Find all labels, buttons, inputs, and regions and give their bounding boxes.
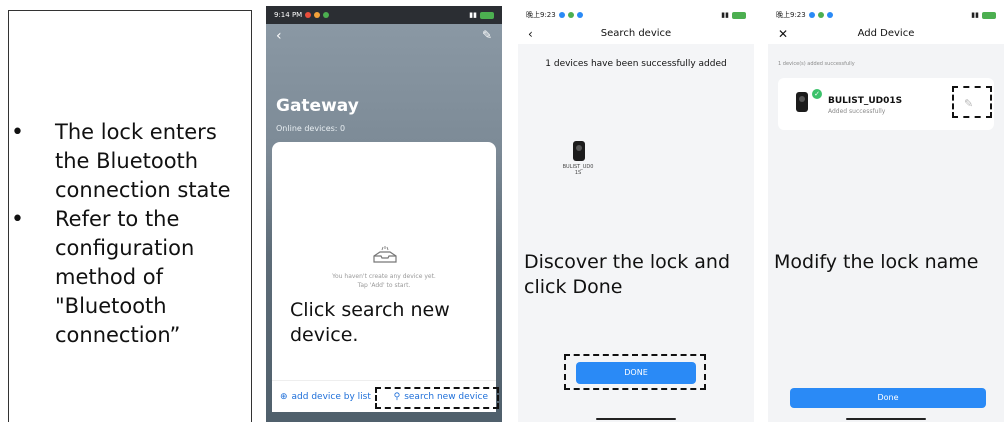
- step-caption: Modify the lock name: [774, 251, 979, 273]
- back-chevron-icon[interactable]: ‹: [528, 24, 533, 44]
- page-title: Gateway: [276, 96, 359, 116]
- bullet-text: Refer to the configuration method of "Bl…: [55, 207, 195, 347]
- edit-icon[interactable]: ✎: [482, 28, 492, 42]
- battery-icon: [480, 11, 494, 19]
- status-time: 晚上9:23: [526, 11, 556, 19]
- step-caption: Discover the lock and click Done: [524, 251, 731, 298]
- battery-icon: [982, 11, 996, 19]
- status-bar: 晚上9:23 ▮▮: [768, 6, 1004, 24]
- bullet-marker: •: [11, 207, 24, 232]
- home-indicator: [596, 418, 676, 420]
- check-icon: ✓: [812, 89, 822, 99]
- notification-icon: [567, 12, 574, 18]
- screen-header: ‹ Search device: [518, 24, 754, 44]
- empty-state-line: You haven't create any device yet.: [332, 273, 436, 280]
- notification-icon: [576, 12, 583, 18]
- notification-icon: [826, 12, 833, 18]
- notification-icon: [558, 12, 565, 18]
- notification-icon: [323, 12, 330, 18]
- status-bar: 晚上9:23 ▮▮: [518, 6, 754, 24]
- instruction-bullet: • Refer to the configuration method of "…: [9, 205, 253, 350]
- status-time: 9:14 PM: [274, 11, 303, 19]
- status-time: 晚上9:23: [776, 11, 806, 19]
- signal-icon: ▮▮: [469, 11, 477, 19]
- signal-icon: ▮▮: [971, 11, 979, 19]
- header-title: Search device: [600, 28, 672, 39]
- gateway-screen: 9:14 PM ▮▮ ‹ ✎ Gateway Online devices: 0…: [266, 6, 502, 422]
- status-bar: 9:14 PM ▮▮: [266, 6, 502, 24]
- done-button[interactable]: Done: [790, 388, 986, 408]
- add-device-by-list-button[interactable]: ⊕ add device by list: [280, 392, 371, 402]
- screen-header: ✕ Add Device: [768, 24, 1004, 44]
- added-note: 1 device(s) added successfully: [778, 61, 855, 67]
- search-device-screen: 晚上9:23 ▮▮ ‹ Search device 1 devices have…: [518, 6, 754, 422]
- highlight-rename-icon: [952, 86, 992, 118]
- device-name: BULIST_UD01S: [828, 96, 903, 106]
- signal-icon: ▮▮: [721, 11, 729, 19]
- battery-icon: [732, 11, 746, 19]
- bullet-text: The lock enters the Bluetooth connection…: [55, 120, 231, 202]
- empty-state-line: Tap 'Add' to start.: [357, 282, 411, 289]
- instruction-bullet: • The lock enters the Bluetooth connecti…: [9, 118, 253, 205]
- instruction-bullets: • The lock enters the Bluetooth connecti…: [9, 118, 253, 350]
- home-indicator: [846, 418, 926, 420]
- lock-device-icon: [796, 92, 808, 112]
- highlight-search-button: [375, 387, 499, 409]
- header-title: Add Device: [857, 28, 915, 39]
- highlight-done-button: [564, 354, 706, 390]
- device-list-card: You haven't create any device yet. Tap '…: [272, 142, 496, 412]
- close-icon[interactable]: ✕: [778, 24, 788, 44]
- gateway-nav: ‹ ✎: [266, 28, 502, 46]
- online-devices-count: Online devices: 0: [276, 124, 346, 133]
- notification-icon: [817, 12, 824, 18]
- notification-icon: [808, 12, 815, 18]
- notification-icon: [314, 12, 321, 18]
- back-icon[interactable]: ‹: [276, 28, 282, 44]
- add-device-screen: 晚上9:23 ▮▮ ✕ Add Device 1 device(s) added…: [768, 6, 1004, 422]
- empty-state-text: You haven't create any device yet. Tap '…: [272, 272, 496, 290]
- added-message: 1 devices have been successfully added: [545, 59, 727, 69]
- instruction-panel: • The lock enters the Bluetooth connecti…: [8, 10, 252, 422]
- step-caption: Click search new device.: [290, 299, 450, 346]
- lock-device-icon[interactable]: [573, 141, 585, 161]
- device-status: Added successfully: [828, 108, 886, 115]
- bullet-marker: •: [11, 120, 24, 145]
- empty-tray-icon: [373, 246, 397, 263]
- notification-icon: [305, 12, 312, 18]
- add-circle-icon: ⊕: [280, 391, 288, 402]
- device-label: BULIST_UD0 1S: [562, 164, 594, 176]
- add-device-by-list-label: add device by list: [291, 391, 371, 402]
